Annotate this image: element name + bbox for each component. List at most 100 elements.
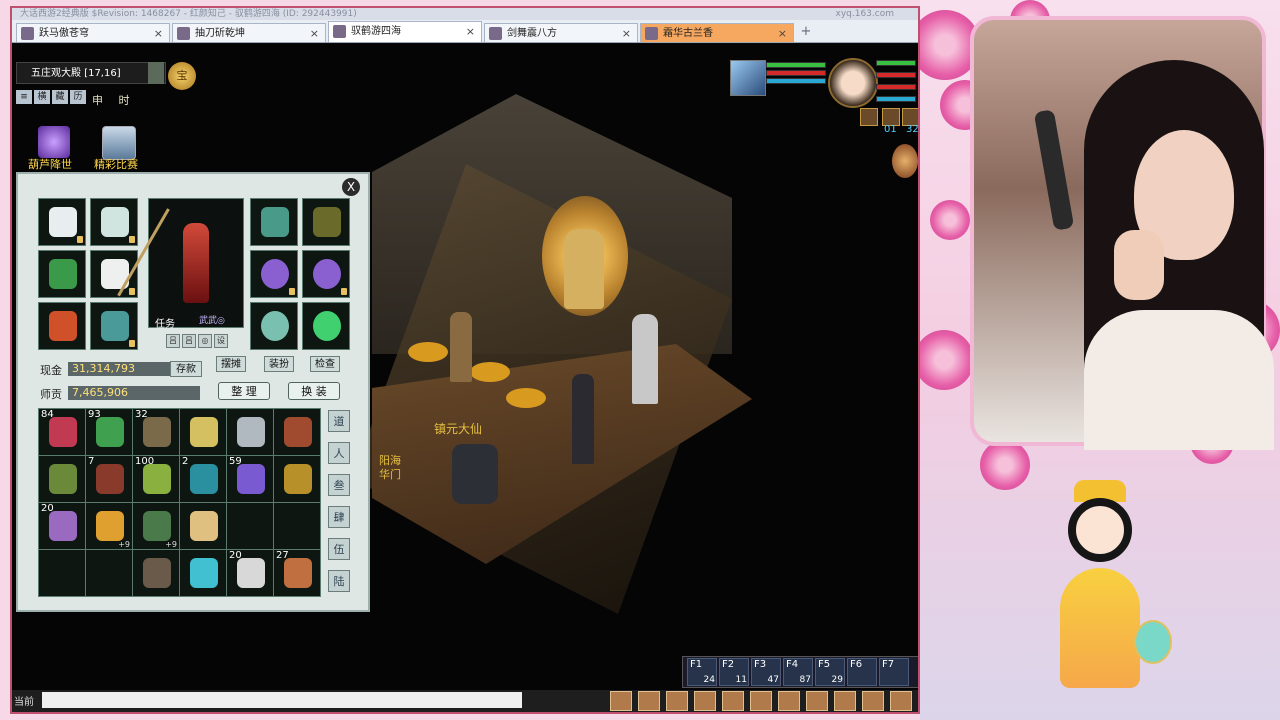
player-avatar[interactable]	[828, 58, 878, 108]
equip-slot-orb[interactable]	[302, 302, 350, 350]
menu-icon[interactable]: ≡	[16, 90, 32, 104]
inventory-slot[interactable]	[273, 408, 321, 456]
task-label[interactable]: 任务	[155, 315, 175, 330]
video-icon[interactable]	[102, 126, 136, 160]
bag-tab-6[interactable]: 陆	[328, 570, 350, 592]
equip-slot-helmet[interactable]	[38, 198, 86, 246]
settings-button[interactable]: 设	[214, 334, 228, 348]
bag-tab-3[interactable]: 叁	[328, 474, 350, 496]
close-button[interactable]: X	[342, 178, 360, 196]
bag-tab-1[interactable]: 道	[328, 410, 350, 432]
inventory-slot[interactable]	[38, 455, 86, 503]
inventory-slot[interactable]	[226, 408, 274, 456]
tab-4[interactable]: 霜华古兰香 ×	[640, 23, 794, 42]
close-icon[interactable]: ×	[622, 24, 631, 43]
hotkey-f1[interactable]: F1 24	[687, 658, 717, 686]
system-icon[interactable]	[862, 691, 884, 711]
inventory-slot[interactable]: 20	[38, 502, 86, 550]
item-icon[interactable]	[610, 691, 632, 711]
hotkey-f3[interactable]: F3 47	[751, 658, 781, 686]
inventory-slot[interactable]: +9	[132, 502, 180, 550]
close-icon[interactable]: ×	[154, 24, 163, 43]
equip-slot-weapon[interactable]	[38, 250, 86, 298]
kneeling-figure[interactable]	[452, 444, 498, 504]
bag-tab-4[interactable]: 肆	[328, 506, 350, 528]
menu-hide[interactable]: 藏	[52, 90, 68, 104]
gourd-icon[interactable]	[38, 126, 70, 158]
pet-portrait[interactable]	[730, 60, 766, 96]
dye-button[interactable]: ◎	[198, 334, 212, 348]
npc-figure[interactable]	[450, 312, 472, 382]
bag-tab-5[interactable]: 伍	[328, 538, 350, 560]
hotkey-f7[interactable]: F7	[879, 658, 909, 686]
bag-tab-2[interactable]: 人	[328, 442, 350, 464]
inventory-slot[interactable]: 20	[226, 549, 274, 597]
hotkey-f2[interactable]: F2 11	[719, 658, 749, 686]
inventory-slot[interactable]	[179, 502, 227, 550]
close-icon[interactable]: ×	[310, 24, 319, 43]
chat-channel-label[interactable]: 当前	[14, 693, 34, 708]
pet-icon[interactable]	[666, 691, 688, 711]
inventory-slot[interactable]	[273, 455, 321, 503]
menu-history[interactable]: 历	[70, 90, 86, 104]
tab-1[interactable]: 抽刀斫乾坤 ×	[172, 23, 326, 42]
inventory-slot[interactable]	[132, 549, 180, 597]
inventory-slot[interactable]	[85, 549, 133, 597]
skill-icon[interactable]	[694, 691, 716, 711]
inventory-slot[interactable]	[179, 408, 227, 456]
equip-slot-accessory-2[interactable]	[302, 198, 350, 246]
mail-icon[interactable]	[834, 691, 856, 711]
tab-3[interactable]: 剑舞震八方 ×	[484, 23, 638, 42]
rotate-left-button[interactable]: 吕	[166, 334, 180, 348]
hotkey-f5[interactable]: F5 29	[815, 658, 845, 686]
team-icon[interactable]	[638, 691, 660, 711]
game-scene[interactable]: 镇元大仙 阳海华门 五庄观大殿 [17,16] 宝 ≡ 横 藏 历 申 时 葫芦…	[12, 44, 918, 712]
friends-icon[interactable]	[750, 691, 772, 711]
equip-slot-necklace[interactable]	[90, 198, 138, 246]
tab-2[interactable]: 驭鹤游四海 ×	[328, 21, 482, 42]
buff-icon[interactable]	[860, 108, 878, 126]
equip-slot-ring-1[interactable]	[250, 250, 298, 298]
sort-button[interactable]: 整 理	[218, 382, 270, 400]
equip-slot-boots[interactable]	[90, 302, 138, 350]
inventory-slot[interactable]: 84	[38, 408, 86, 456]
npc-figure[interactable]	[632, 314, 658, 404]
close-icon[interactable]: ×	[466, 22, 475, 41]
gift-icon[interactable]	[890, 691, 912, 711]
new-tab-button[interactable]: +	[798, 24, 814, 40]
treasure-coin-icon[interactable]: 宝	[168, 62, 196, 90]
inventory-slot[interactable]	[38, 549, 86, 597]
inventory-slot[interactable]: 32	[132, 408, 180, 456]
inventory-slot[interactable]: 7	[85, 455, 133, 503]
chat-input[interactable]	[42, 692, 522, 708]
inventory-slot[interactable]: +9	[85, 502, 133, 550]
tab-0[interactable]: 跃马傲苍穹 ×	[16, 23, 170, 42]
deposit-button[interactable]: 存款	[170, 361, 202, 377]
inventory-slot[interactable]: 93	[85, 408, 133, 456]
taiji-icon[interactable]	[778, 691, 800, 711]
menu-horizontal[interactable]: 横	[34, 90, 50, 104]
guild-icon[interactable]	[806, 691, 828, 711]
equip-slot-accessory-1[interactable]	[250, 198, 298, 246]
inventory-slot[interactable]: 27	[273, 549, 321, 597]
inspect-button[interactable]: 检查	[310, 356, 340, 372]
map-button[interactable]	[148, 62, 164, 84]
equip-slot-belt[interactable]	[38, 302, 86, 350]
hotkey-f4[interactable]: F4 87	[783, 658, 813, 686]
event-emblem-icon[interactable]	[892, 144, 918, 178]
swap-outfit-button[interactable]: 换 装	[288, 382, 340, 400]
battle-icon[interactable]	[722, 691, 744, 711]
inventory-slot[interactable]	[273, 502, 321, 550]
hotkey-f6[interactable]: F6	[847, 658, 877, 686]
inventory-slot[interactable]: 100	[132, 455, 180, 503]
inventory-slot[interactable]: 59	[226, 455, 274, 503]
inventory-slot[interactable]: 2	[179, 455, 227, 503]
feature-label[interactable]: 精彩比赛	[94, 156, 138, 172]
rotate-right-button[interactable]: 吕	[182, 334, 196, 348]
player-character[interactable]	[572, 374, 594, 464]
equip-slot-ring-2[interactable]	[302, 250, 350, 298]
close-icon[interactable]: ×	[778, 24, 787, 43]
inventory-slot[interactable]	[226, 502, 274, 550]
stall-button[interactable]: 摆摊	[216, 356, 246, 372]
feature-label[interactable]: 葫芦降世	[28, 156, 72, 172]
